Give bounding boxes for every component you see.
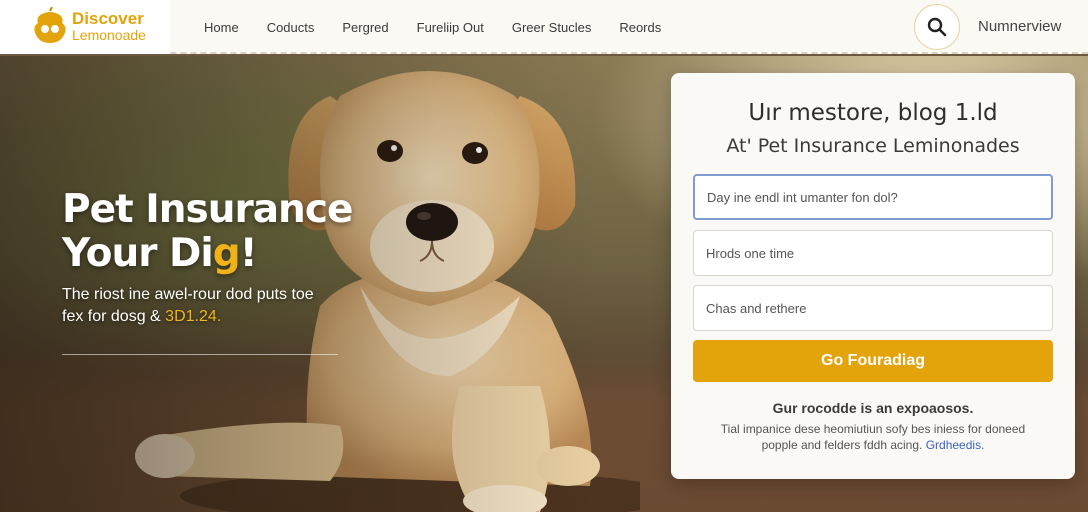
hero-description: The riost ine awel-rour dod puts toe fex… <box>62 284 322 328</box>
hero-headline-accent: g <box>212 231 241 276</box>
form-fine-print: Tial impanice dese heomiutiun sofy bes i… <box>711 421 1035 453</box>
hero-section: Pet Insurance Your Dig! The riost ine aw… <box>0 56 1088 512</box>
account-link[interactable]: Numnerview <box>978 18 1061 35</box>
quote-form-card: Uır mestore, blog 1.ld At' Pet Insurance… <box>671 73 1075 479</box>
hero-divider <box>62 354 338 355</box>
hero-headline-line2: Your Di <box>62 231 214 276</box>
fine-print-link[interactable]: Grdheedis. <box>926 438 985 452</box>
hero-headline: Pet Insurance Your Dig! <box>62 188 362 276</box>
hero-headline-line1: Pet Insurance <box>62 187 353 232</box>
top-navigation-bar: Discover Lemonoade Home Coducts Pergred … <box>0 0 1088 54</box>
brand-name-line1: Discover <box>72 9 144 28</box>
brand-logo[interactable]: Discover Lemonoade <box>0 0 170 54</box>
search-button[interactable] <box>914 4 960 50</box>
nav-item-fureliip-out[interactable]: Fureliip Out <box>417 20 484 35</box>
nav-item-home[interactable]: Home <box>204 20 239 35</box>
nav-item-reords[interactable]: Reords <box>619 20 661 35</box>
form-title: Uır mestore, blog 1.ld <box>748 100 998 126</box>
hero-headline-end: ! <box>239 231 258 276</box>
pet-question-input[interactable] <box>693 174 1053 220</box>
main-nav: Home Coducts Pergred Fureliip Out Greer … <box>190 0 675 54</box>
brand-wordmark: Discover Lemonoade <box>72 10 146 44</box>
form-subtitle: At' Pet Insurance Leminonades <box>726 135 1020 157</box>
form-note: Gur rocodde is an expoaosos. <box>772 400 974 416</box>
nav-item-products[interactable]: Coducts <box>267 20 315 35</box>
nav-item-pergred[interactable]: Pergred <box>342 20 388 35</box>
time-input[interactable] <box>693 230 1053 276</box>
brand-name-line2: Lemonoade <box>72 27 146 43</box>
nav-item-greer-stucles[interactable]: Greer Stucles <box>512 20 591 35</box>
lemon-logo-icon <box>34 7 66 43</box>
hero-price: 3D1.24. <box>165 308 222 325</box>
search-icon <box>927 17 947 37</box>
submit-button[interactable]: Go Fouradiag <box>693 340 1053 382</box>
details-input[interactable] <box>693 285 1053 331</box>
